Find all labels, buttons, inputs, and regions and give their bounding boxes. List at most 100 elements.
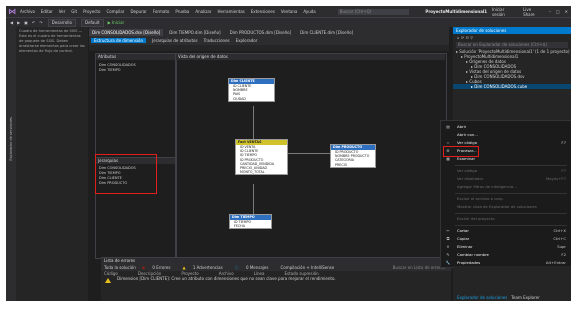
solution-explorer-title: Explorador de soluciones xyxy=(453,27,571,34)
refresh-icon[interactable]: ⟳ xyxy=(461,35,464,40)
error-row[interactable]: Dimension [Dim CLIENTE]: Cree un atribut… xyxy=(101,276,451,283)
home-icon[interactable]: ⌂ xyxy=(457,35,460,40)
undo-icon[interactable]: ↶ xyxy=(32,20,35,25)
menu-item-abrir-con[interactable]: Abrir con... xyxy=(441,131,571,139)
solution-toolbar: ⌂ ⟳ ⊟ ⚲ xyxy=(453,34,571,41)
solution-search-input[interactable]: Buscar en Explorador de soluciones (Ctrl… xyxy=(456,42,568,48)
warnings-filter[interactable]: ▲ 1 Advertencias xyxy=(182,265,228,270)
error-search-input[interactable]: Buscar en Lista de errores xyxy=(393,265,445,270)
menu-ayuda[interactable]: Ayuda xyxy=(303,9,315,14)
filter-icon[interactable]: ⚲ xyxy=(470,35,473,40)
properties-icon: 🔧 xyxy=(445,260,451,265)
entity-fact-ventas[interactable]: Fact VENTAS ID VENTA ID CLIENTE ID TIEMP… xyxy=(235,139,288,176)
menu-separator xyxy=(455,165,567,166)
menu-analizar[interactable]: Analizar xyxy=(195,9,211,14)
doc-tab-dsv[interactable]: Dim CONSOLIDADOS.dsv [Diseño] xyxy=(89,29,164,36)
tab-team-explorer[interactable]: Team Explorer xyxy=(511,295,540,300)
entity-field: MONTO_TOTAL xyxy=(240,170,265,175)
menu-item-abrir[interactable]: ▤ Abrir xyxy=(441,123,571,131)
tab-jerarquias[interactable]: Jerarquías de atributos xyxy=(152,38,198,43)
designer-toolbar xyxy=(89,45,449,51)
hierarchy-item[interactable]: Dim TIEMPO xyxy=(99,171,120,175)
menu-git[interactable]: Git xyxy=(71,9,77,14)
tree-item-label: Dim CONSOLIDADOS.dsv xyxy=(474,74,525,79)
menu-item-ver-disenador: Ver diseñador Mayús+F7 xyxy=(441,175,571,183)
scope-select[interactable]: Toda la solución xyxy=(104,265,136,270)
hierarchy-item[interactable]: Dim PRODUCTO xyxy=(99,181,127,185)
attribute-item[interactable]: Dim TIEMPO xyxy=(99,68,120,72)
menu-item-shortcut: F2 xyxy=(561,252,566,257)
tab-solution-explorer[interactable]: Explorador de soluciones xyxy=(457,295,507,300)
menubar-right: Iniciar sesión Live Share – □ ✕ xyxy=(487,7,571,17)
platform-select[interactable]: Default xyxy=(80,18,104,27)
menu-item-shortcut: F7 xyxy=(561,140,566,145)
menu-item-copiar[interactable]: ⧉ Copiar Ctrl+C xyxy=(441,235,571,243)
menu-formato[interactable]: Formato xyxy=(153,9,170,14)
menu-item-cambiar-nombre[interactable]: ✎ Cambiar nombre F2 xyxy=(441,251,571,259)
menu-compilar[interactable]: Compilar xyxy=(106,9,124,14)
hierarchy-item[interactable]: Dim CLIENTE xyxy=(99,176,122,180)
global-search-input[interactable]: Buscar (Ctrl+Q) xyxy=(337,8,410,15)
menu-item-label: Abrir con... xyxy=(457,132,478,137)
menu-ventana[interactable]: Ventana xyxy=(281,9,297,14)
col-codigo[interactable]: Código xyxy=(104,271,118,277)
minimize-icon[interactable]: – xyxy=(549,9,551,14)
menu-item-label: Eliminar xyxy=(457,244,473,249)
save-icon[interactable]: ▣ xyxy=(24,20,28,25)
collapse-icon[interactable]: ⊟ xyxy=(465,35,468,40)
menu-depurar[interactable]: Depurar xyxy=(130,9,146,14)
ide-window: ⋈ Archivo Editar Ver Git Proyecto Compil… xyxy=(6,6,571,301)
menu-extensiones[interactable]: Extensiones xyxy=(251,9,275,14)
liveshare-button[interactable]: Live Share xyxy=(523,7,544,17)
attribute-item[interactable]: Dim CONSOLIDADOS xyxy=(99,63,136,67)
menu-proyecto[interactable]: Proyecto xyxy=(83,9,100,14)
entity-field: PRECIO xyxy=(335,162,348,167)
menu-ver[interactable]: Ver xyxy=(59,9,66,14)
doc-tab-productos[interactable]: Dim PRODUCTOS.dim [Diseño] xyxy=(227,29,295,36)
tree-item[interactable]: ▸ Dim CONSOLIDADOS.cube xyxy=(453,84,571,89)
bottom-tabs: Explorador de soluciones Team Explorer xyxy=(453,293,571,301)
configuration-select[interactable]: Desarrollo xyxy=(47,18,76,27)
left-dock-strip: Explorador de servidores xyxy=(6,27,16,301)
menu-editar[interactable]: Editar xyxy=(41,9,53,14)
doc-tab-tiempo[interactable]: Dim TIEMPO.dim [Diseño] xyxy=(166,29,223,36)
process-highlight xyxy=(443,146,479,157)
error-list-panel: Lista de errores Toda la solución ⊗ 0 Er… xyxy=(101,257,451,301)
tab-explorador[interactable]: Explorador xyxy=(236,38,258,43)
menu-item-eliminar[interactable]: ✕ Eliminar Supr xyxy=(441,243,571,251)
messages-filter[interactable]: ⓘ 0 Mensajes xyxy=(235,265,275,271)
designer-tabs: Estructura de dimensión Jerarquías de at… xyxy=(89,36,449,45)
tab-traducciones[interactable]: Traducciones xyxy=(204,38,230,43)
menu-archivo[interactable]: Archivo xyxy=(20,9,35,14)
back-icon[interactable]: ◀ xyxy=(10,20,13,25)
entity-dim-producto[interactable]: Dim PRODUCTO ID PRODUCTO NOMBRE PRODUCTO… xyxy=(330,144,376,168)
menu-item-cortar[interactable]: ✂ Cortar Ctrl+X xyxy=(441,227,571,235)
attributes-pane-title: Atributos xyxy=(96,54,175,60)
menu-item-label: Cortar xyxy=(457,228,469,233)
error-icon: ⊗ xyxy=(141,265,146,270)
doc-tab-cliente[interactable]: Dim CLIENTE.dim [Diseño] xyxy=(297,29,356,36)
build-select[interactable]: Compilación + IntelliSense xyxy=(280,265,334,270)
server-explorer-tab[interactable]: Explorador de servidores xyxy=(9,117,13,161)
redo-icon[interactable]: ↷ xyxy=(39,20,42,25)
menu-item-label: Agregar filtros de inteligencia... xyxy=(457,184,517,189)
menu-item-agregar-filtros-de-inteligencia: Agregar filtros de inteligencia... xyxy=(441,183,571,191)
menu-prueba[interactable]: Prueba xyxy=(175,9,189,14)
close-icon[interactable]: ✕ xyxy=(565,9,568,14)
cut-icon: ✂ xyxy=(446,228,450,233)
errors-filter[interactable]: ⊗ 0 Errores xyxy=(142,265,177,270)
relation-line xyxy=(253,106,254,139)
entity-dim-cliente[interactable]: Dim CLIENTE ID CLIENTE NOMBRE PAIS CIUDA… xyxy=(228,78,275,102)
tab-estructura[interactable]: Estructura de dimensión xyxy=(91,38,147,43)
menu-herramientas[interactable]: Herramientas xyxy=(217,9,244,14)
entity-dim-tiempo[interactable]: Dim TIEMPO ID TIEMPO FECHA xyxy=(229,214,272,230)
menu-item-label: Copiar xyxy=(457,236,470,241)
dsv-pane xyxy=(175,53,447,259)
maximize-icon[interactable]: □ xyxy=(556,9,560,14)
menu-item-mostrar-vista-de-explorador-de-soluciones: Mostrar vista de Explorador de solucione… xyxy=(441,203,571,211)
forward-icon[interactable]: ▶ xyxy=(17,20,20,25)
hierarchy-item[interactable]: Dim CONSOLIDADOS xyxy=(99,166,136,170)
info-icon: ⓘ xyxy=(234,264,239,270)
sign-in-link[interactable]: Iniciar sesión xyxy=(492,7,518,17)
start-button[interactable]: ▶ Iniciar xyxy=(108,20,125,25)
